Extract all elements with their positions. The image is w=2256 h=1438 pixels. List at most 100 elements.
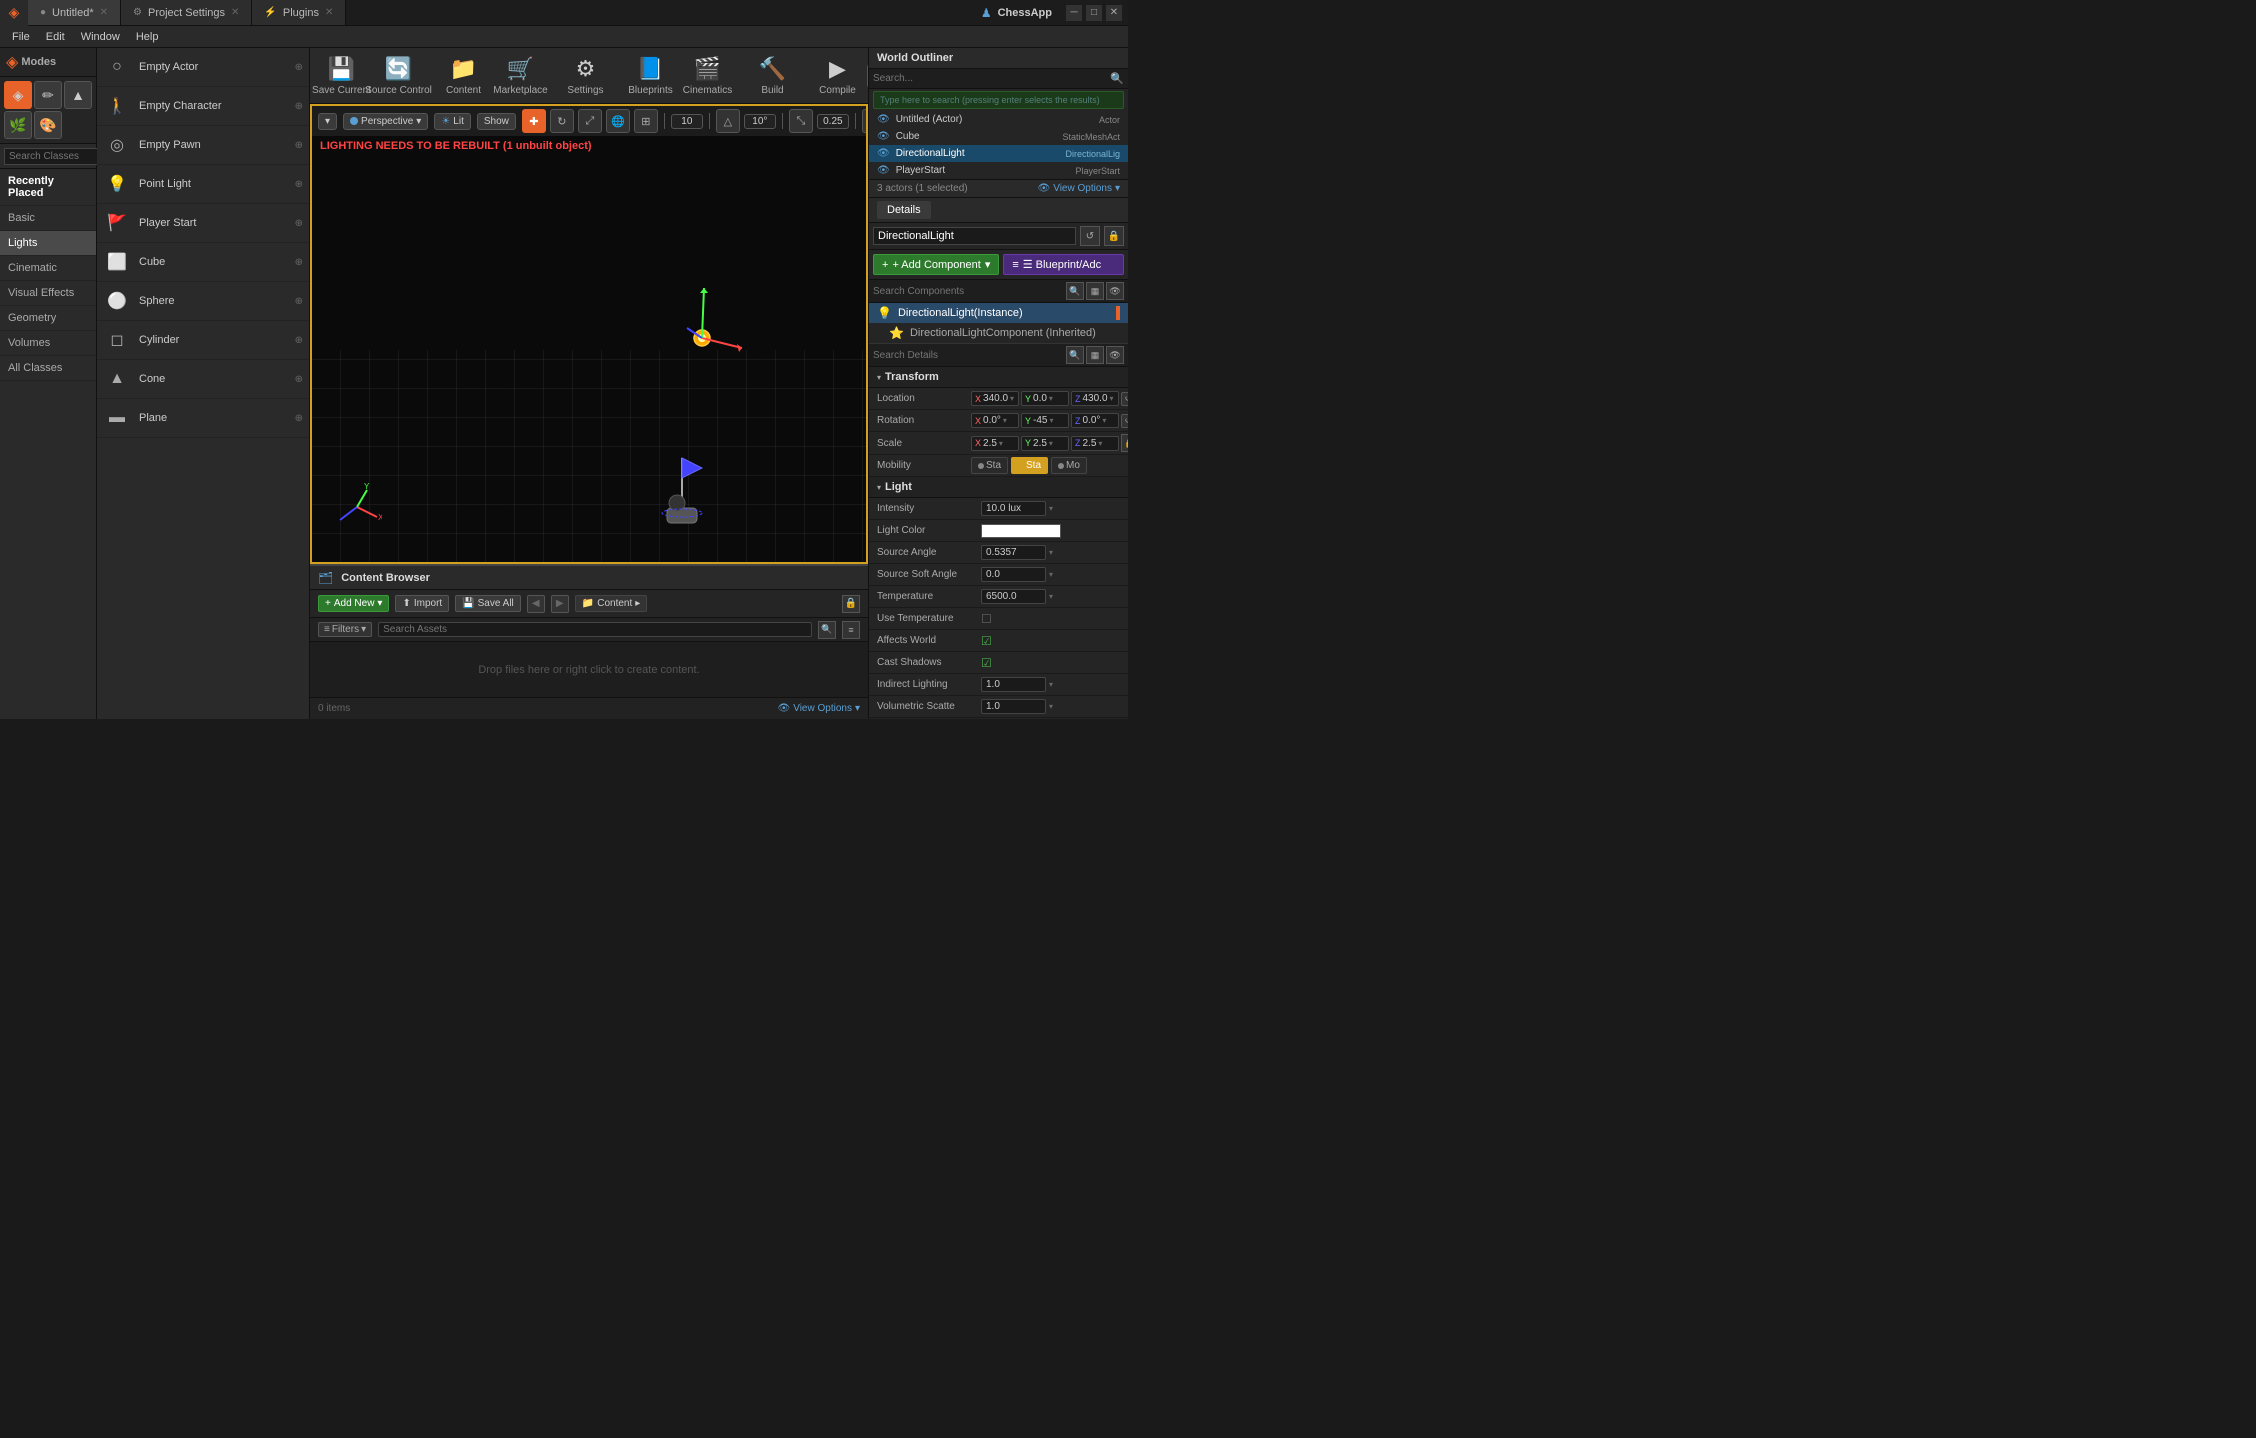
indirect-lighting-input[interactable] [981, 677, 1046, 692]
source-soft-arrow[interactable]: ▾ [1049, 570, 1053, 579]
marketplace-button[interactable]: 🛒 Marketplace [493, 52, 548, 100]
details-tab[interactable]: Details [877, 201, 931, 219]
tab-plugins-close-icon[interactable]: ✕ [325, 7, 333, 18]
menu-edit[interactable]: Edit [38, 29, 73, 45]
mode-mesh-btn[interactable]: 🎨 [34, 111, 62, 139]
minimize-button[interactable]: ─ [1066, 5, 1082, 21]
compile-button[interactable]: ▶ Compile [810, 52, 865, 100]
place-item-empty-pawn[interactable]: ◎ Empty Pawn ⊕ [97, 126, 309, 165]
save-current-button[interactable]: 💾 Save Current [314, 52, 369, 100]
settings-button[interactable]: ⚙ Settings [558, 52, 613, 100]
light-section-header[interactable]: ▾ Light [869, 477, 1128, 498]
tab-ps-close-icon[interactable]: ✕ [231, 7, 239, 18]
viewport-dropdown-btn[interactable]: ▾ [318, 113, 337, 130]
comp-directionallight-instance[interactable]: 💡 DirectionalLight(Instance) [869, 303, 1128, 323]
actor-name-input[interactable] [873, 227, 1076, 245]
mobility-movable-btn[interactable]: Mo [1051, 457, 1087, 474]
search-components-input[interactable] [873, 286, 1064, 297]
place-item-empty-actor[interactable]: ○ Empty Actor ⊕ [97, 48, 309, 87]
search-assets-input[interactable] [378, 622, 812, 637]
indirect-arrow[interactable]: ▾ [1049, 680, 1053, 689]
mode-paint-btn[interactable]: ✏ [34, 81, 62, 109]
import-button[interactable]: ⬆ Import [395, 595, 449, 612]
settings-assets-btn[interactable]: ≡ [842, 621, 860, 639]
angle-input[interactable] [744, 114, 776, 129]
search-details-input[interactable] [873, 350, 1064, 361]
place-item-point-light[interactable]: 💡 Point Light ⊕ [97, 165, 309, 204]
scale-input[interactable] [817, 114, 849, 129]
perspective-btn[interactable]: Perspective ▾ [343, 113, 428, 130]
volumetric-scatter-input[interactable] [981, 699, 1046, 714]
tab-close-icon[interactable]: ✕ [100, 7, 108, 18]
content-button[interactable]: 📁 Content [436, 52, 491, 100]
place-item-cone[interactable]: ▲ Cone ⊕ [97, 360, 309, 399]
cinematics-button[interactable]: 🎬 Cinematics [680, 52, 735, 100]
comp-directionallight-component[interactable]: ⭐ DirectionalLightComponent (Inherited) [869, 323, 1128, 343]
place-item-cylinder[interactable]: ◻ Cylinder ⊕ [97, 321, 309, 360]
cat-lights[interactable]: Lights [0, 231, 96, 256]
rotation-x-input[interactable]: X 0.0° ▾ [971, 413, 1019, 428]
place-item-player-start[interactable]: 🚩 Player Start ⊕ [97, 204, 309, 243]
volumetric-arrow[interactable]: ▾ [1049, 702, 1053, 711]
world-local-btn[interactable]: 🌐 [606, 109, 630, 133]
place-item-plane[interactable]: ▬ Plane ⊕ [97, 399, 309, 438]
scale-lock-btn[interactable]: 🔒 [1121, 434, 1128, 452]
show-btn[interactable]: Show [477, 113, 516, 130]
rotation-y-input[interactable]: Y -45 ▾ [1021, 413, 1069, 428]
cat-basic[interactable]: Basic [0, 206, 96, 231]
viewport[interactable]: ▾ Perspective ▾ ☀ Lit Show [310, 104, 868, 564]
add-component-button[interactable]: + + Add Component ▾ [873, 254, 999, 275]
wo-item-directionallight[interactable]: 👁 DirectionalLight DirectionalLig [869, 145, 1128, 162]
angle-snap-btn[interactable]: △ [716, 109, 740, 133]
wo-item-playerstart[interactable]: 👁 PlayerStart PlayerStart [869, 162, 1128, 179]
tab-project-settings[interactable]: ⚙ Project Settings ✕ [121, 0, 252, 25]
place-item-sphere[interactable]: ⚪ Sphere ⊕ [97, 282, 309, 321]
cast-shadows-checkbox[interactable]: ☑ [981, 656, 992, 670]
details-grid-btn[interactable]: ▦ [1086, 346, 1104, 364]
wo-item-untitled[interactable]: 👁 Untitled (Actor) Actor [869, 111, 1128, 128]
search-components-btn[interactable]: 🔍 [1066, 282, 1084, 300]
blueprint-button[interactable]: ≡ ☰ Blueprint/Adc [1003, 254, 1124, 275]
content-lock-button[interactable]: 🔒 [842, 595, 860, 613]
save-all-button[interactable]: 💾 Save All [455, 595, 521, 612]
nav-forward-btn[interactable]: ▶ [551, 595, 569, 613]
place-item-empty-character[interactable]: 🚶 Empty Character ⊕ [97, 87, 309, 126]
tab-untitled[interactable]: ● Untitled* ✕ [28, 0, 121, 25]
tab-plugins[interactable]: ⚡ Plugins ✕ [252, 0, 346, 25]
search-details-btn[interactable]: 🔍 [1066, 346, 1084, 364]
translate-tool-btn[interactable]: ✚ [522, 109, 546, 133]
cat-volumes[interactable]: Volumes [0, 331, 96, 356]
location-y-input[interactable]: Y 0.0 ▾ [1021, 391, 1069, 406]
menu-file[interactable]: File [4, 29, 38, 45]
mode-select-btn[interactable]: ◈ [4, 81, 32, 109]
scale-z-input[interactable]: Z 2.5 ▾ [1071, 436, 1119, 451]
rotate-tool-btn[interactable]: ↻ [550, 109, 574, 133]
temperature-arrow[interactable]: ▾ [1049, 592, 1053, 601]
source-soft-angle-input[interactable] [981, 567, 1046, 582]
cat-geometry[interactable]: Geometry [0, 306, 96, 331]
use-temperature-checkbox[interactable]: ☐ [981, 612, 992, 626]
light-color-swatch[interactable] [981, 524, 1061, 538]
rotation-reset-btn[interactable]: ↺ [1121, 414, 1128, 428]
details-eye-btn[interactable]: 👁 [1106, 282, 1124, 300]
add-new-button[interactable]: + Add New ▾ [318, 595, 389, 612]
cat-recently-placed[interactable]: Recently Placed [0, 169, 96, 206]
location-reset-btn[interactable]: ↺ [1121, 392, 1128, 406]
nav-back-btn[interactable]: ◀ [527, 595, 545, 613]
maximize-button[interactable]: □ [1086, 5, 1102, 21]
transform-section-header[interactable]: ▾ Transform [869, 367, 1128, 388]
mobility-stationary-btn[interactable]: Sta [1011, 457, 1048, 474]
intensity-arrow[interactable]: ▾ [1049, 504, 1053, 513]
actor-lock-btn[interactable]: 🔒 [1104, 226, 1124, 246]
surface-snap-btn[interactable]: ⊞ [634, 109, 658, 133]
temperature-input[interactable] [981, 589, 1046, 604]
actor-reset-btn[interactable]: ↺ [1080, 226, 1100, 246]
mode-foliage-btn[interactable]: 🌿 [4, 111, 32, 139]
rotation-z-input[interactable]: Z 0.0° ▾ [1071, 413, 1119, 428]
close-button[interactable]: ✕ [1106, 5, 1122, 21]
mode-geometry-btn[interactable]: ▲ [64, 81, 92, 109]
wo-view-options-button[interactable]: 👁 View Options ▾ [1038, 183, 1120, 194]
scale-tool-btn[interactable]: ⤢ [578, 109, 602, 133]
menu-help[interactable]: Help [128, 29, 167, 45]
scale-y-input[interactable]: Y 2.5 ▾ [1021, 436, 1069, 451]
